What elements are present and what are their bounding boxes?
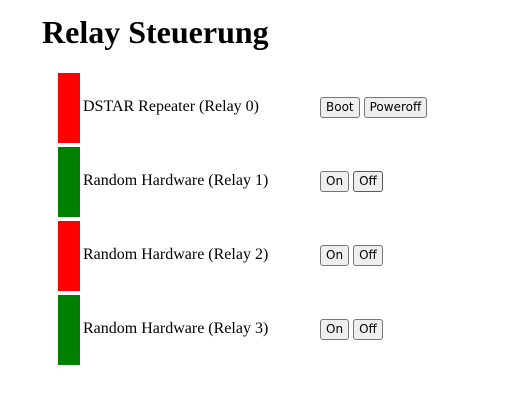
page-title: Relay Steuerung [42,14,269,50]
relay-2-on-button[interactable]: On [320,245,350,266]
relay-3-buttons: On Off [320,319,383,341]
relay-2-off-button[interactable]: Off [353,245,383,266]
relay-1-status-indicator [58,147,80,217]
relay-2-name: Random Hardware (Relay 2) [83,246,269,263]
relay-0-buttons: Boot Poweroff [320,97,428,119]
relay-2-status-indicator [58,221,80,291]
relay-2-buttons: On Off [320,245,383,267]
relay-0-boot-button[interactable]: Boot [320,97,360,118]
relay-0-poweroff-button[interactable]: Poweroff [363,97,428,118]
relay-3-name: Random Hardware (Relay 3) [83,320,269,337]
relay-3-off-button[interactable]: Off [353,319,383,340]
relay-0-name: DSTAR Repeater (Relay 0) [83,98,259,115]
relay-1-on-button[interactable]: On [320,171,350,192]
relay-3-on-button[interactable]: On [320,319,350,340]
relay-1-off-button[interactable]: Off [353,171,383,192]
relay-3-status-indicator [58,295,80,365]
relay-1-buttons: On Off [320,171,383,193]
relay-1-name: Random Hardware (Relay 1) [83,172,269,189]
relay-0-status-indicator [58,73,80,143]
